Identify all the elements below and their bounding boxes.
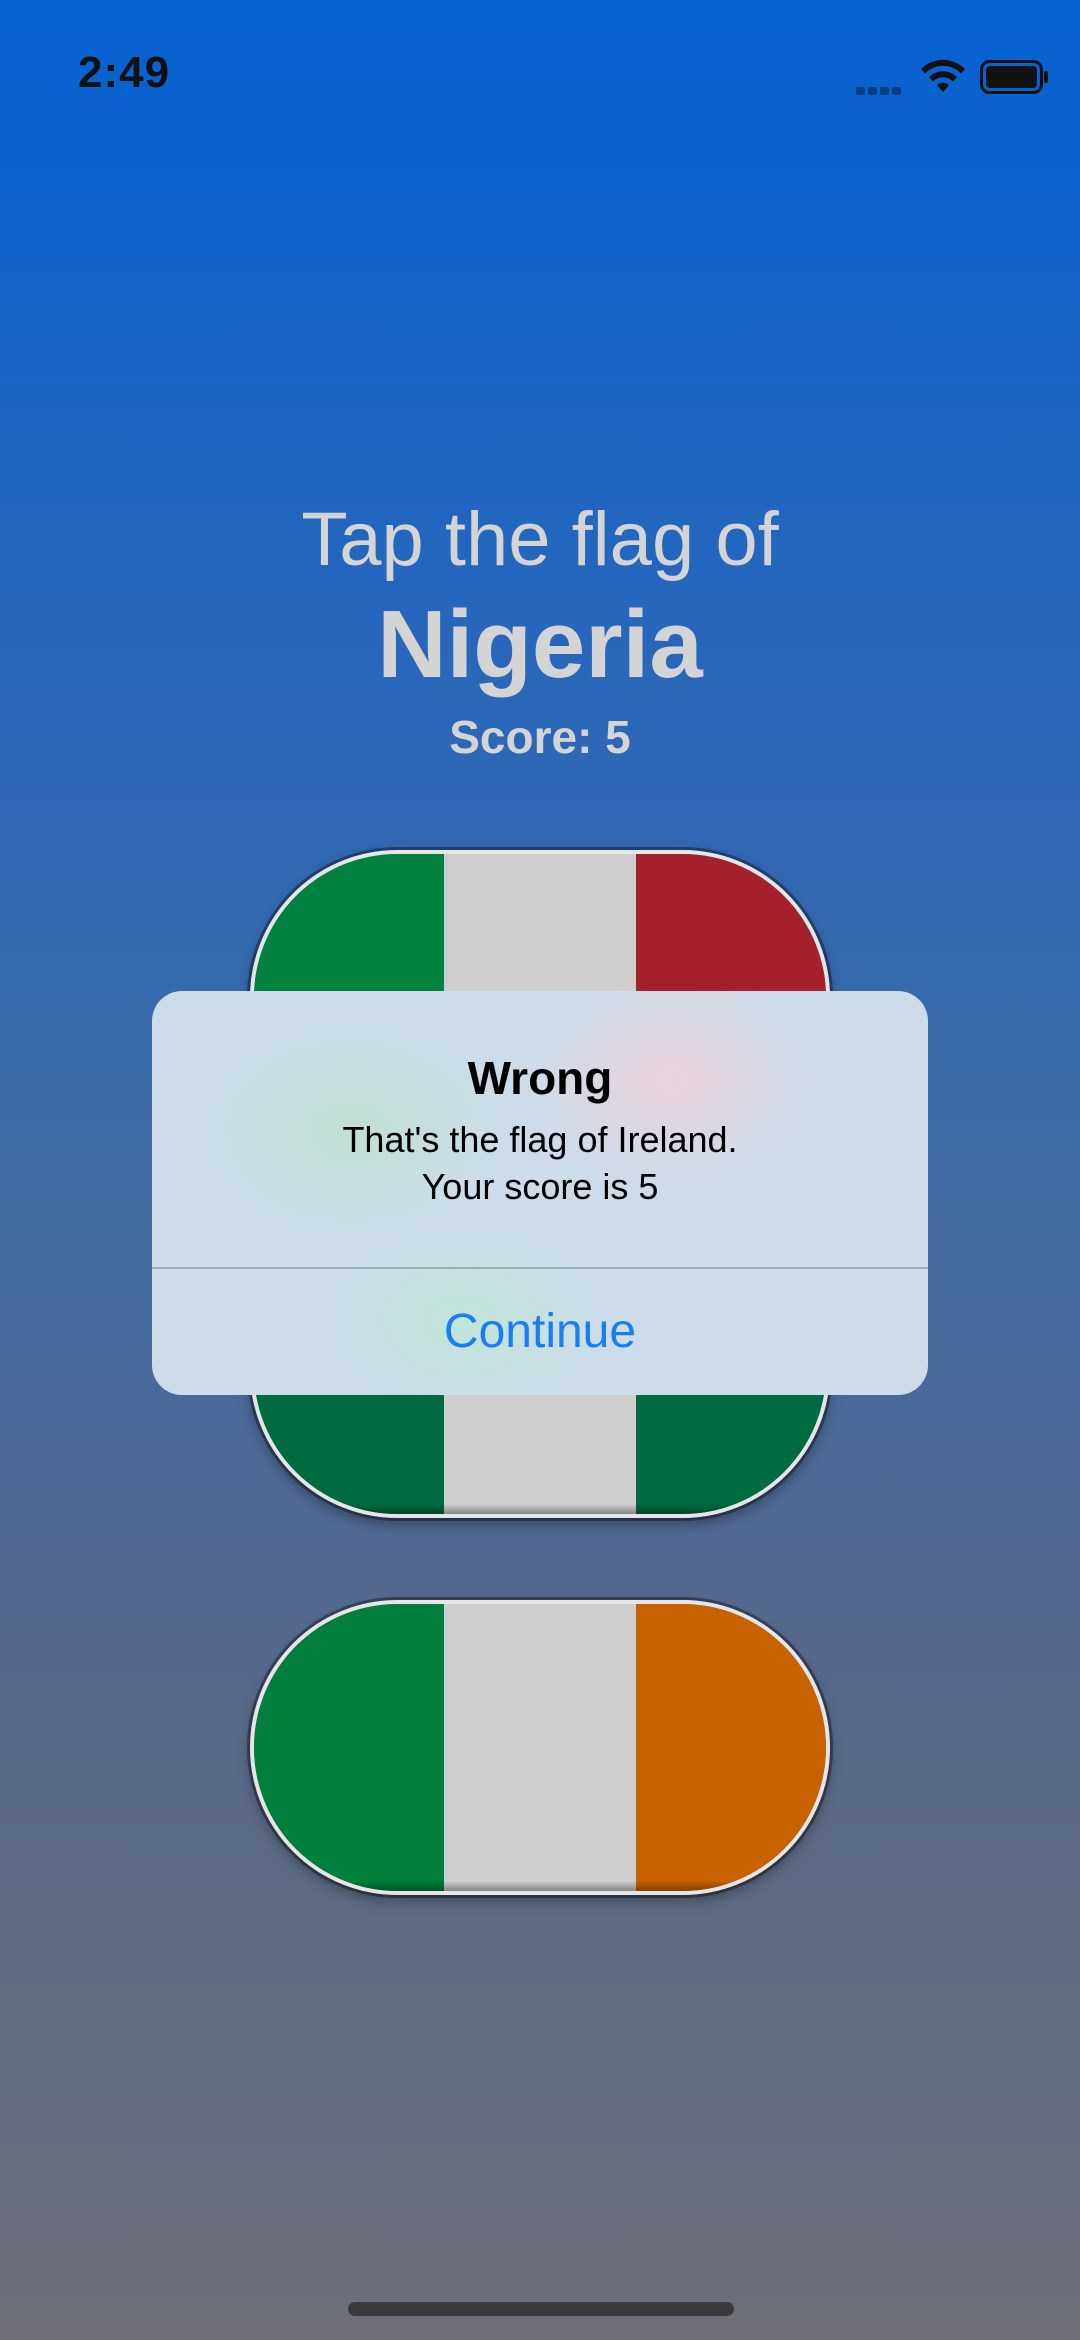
alert-message: That's the flag of Ireland. Your score i… xyxy=(152,1116,928,1210)
continue-button[interactable]: Continue xyxy=(152,1269,928,1395)
prompt-text: Tap the flag of xyxy=(301,497,779,582)
cellular-signal-icon xyxy=(856,82,904,100)
battery-icon xyxy=(980,60,1048,94)
alert-message-line: Your score is 5 xyxy=(421,1166,659,1207)
score-label: Score: 5 xyxy=(449,711,631,763)
wifi-icon xyxy=(921,59,965,92)
country-name: Nigeria xyxy=(377,591,703,698)
ireland-flag-button[interactable] xyxy=(250,1600,830,1895)
flag-stripe-middle xyxy=(444,1604,636,1891)
wrong-answer-alert: Wrong That's the flag of Ireland. Your s… xyxy=(152,991,928,1395)
flag-stripe-right xyxy=(636,1604,826,1891)
status-bar: 2:49 xyxy=(0,0,1080,150)
alert-title: Wrong xyxy=(467,1052,613,1104)
question-header: Tap the flag of Nigeria Score: 5 xyxy=(0,495,1080,765)
status-time: 2:49 xyxy=(78,48,171,97)
home-indicator[interactable] xyxy=(348,2302,734,2316)
alert-message-line: That's the flag of Ireland. xyxy=(342,1119,738,1160)
flag-stripe-left xyxy=(254,1604,444,1891)
